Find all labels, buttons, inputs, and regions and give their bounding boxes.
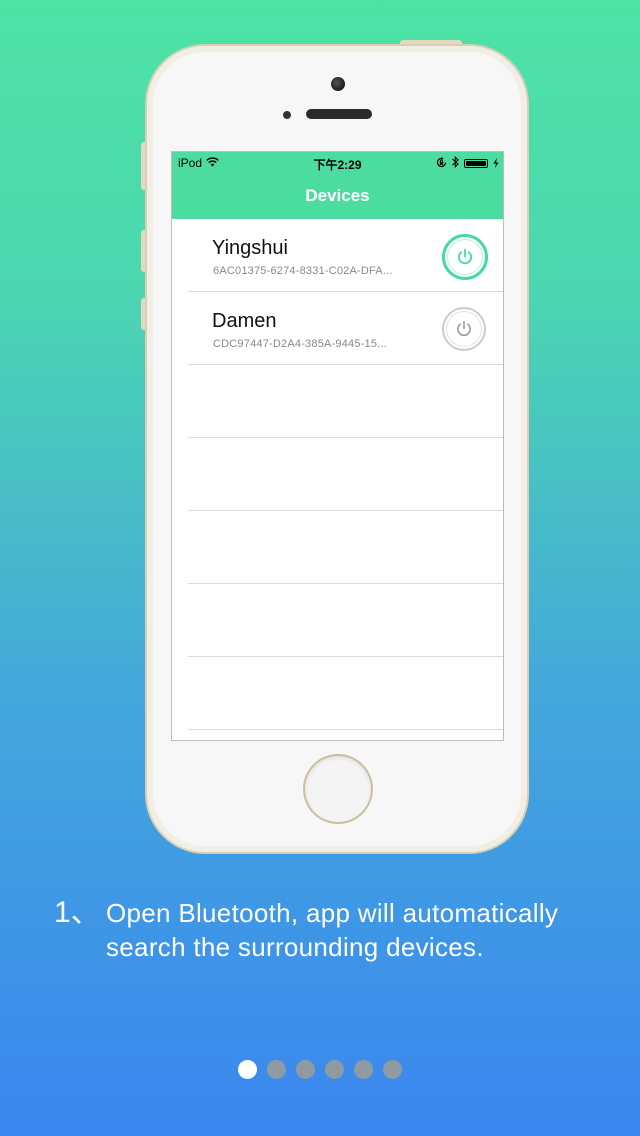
device-name: Yingshui [212, 237, 288, 259]
empty-row [188, 657, 503, 730]
device-list: Yingshui 6AC01375-6274-8331-C02A-DFA... … [172, 219, 503, 730]
device-name: Damen [212, 310, 277, 332]
bluetooth-icon [452, 155, 459, 171]
empty-row [188, 438, 503, 511]
step-description: Open Bluetooth, app will automatically s… [106, 898, 559, 962]
power-button-on[interactable] [442, 234, 488, 280]
device-uuid: 6AC01375-6274-8331-C02A-DFA... [213, 265, 393, 277]
empty-row [188, 511, 503, 584]
page-dot-6[interactable] [383, 1060, 402, 1079]
page-dot-3[interactable] [296, 1060, 315, 1079]
orientation-lock-icon [436, 156, 447, 171]
power-icon [457, 248, 473, 265]
navigation-bar: iPod 下午2:29 Devices [172, 152, 503, 219]
page-dot-4[interactable] [325, 1060, 344, 1079]
front-camera [331, 77, 345, 91]
empty-row [188, 365, 503, 438]
device-uuid: CDC97447-D2A4-385A-9445-15... [213, 338, 387, 350]
step-number: 1、 [54, 896, 101, 929]
battery-icon [464, 159, 488, 168]
page-indicator[interactable] [0, 1060, 640, 1079]
page-dot-2[interactable] [267, 1060, 286, 1079]
earpiece-speaker [306, 109, 372, 119]
charging-icon [493, 157, 499, 171]
empty-row [188, 584, 503, 657]
phone-screen: iPod 下午2:29 Devices Yingshui 6AC01375-62… [172, 152, 503, 740]
list-item[interactable]: Yingshui 6AC01375-6274-8331-C02A-DFA... [188, 219, 503, 292]
list-item[interactable]: Damen CDC97447-D2A4-385A-9445-15... [188, 292, 503, 365]
power-button-off[interactable] [442, 307, 486, 351]
page-title: Devices [305, 186, 370, 205]
proximity-sensor [283, 111, 291, 119]
page-dot-5[interactable] [354, 1060, 373, 1079]
home-button [305, 756, 371, 822]
status-bar: iPod 下午2:29 [172, 155, 503, 172]
power-icon [457, 320, 471, 337]
status-right [436, 155, 499, 171]
page-dot-1[interactable] [238, 1060, 257, 1079]
